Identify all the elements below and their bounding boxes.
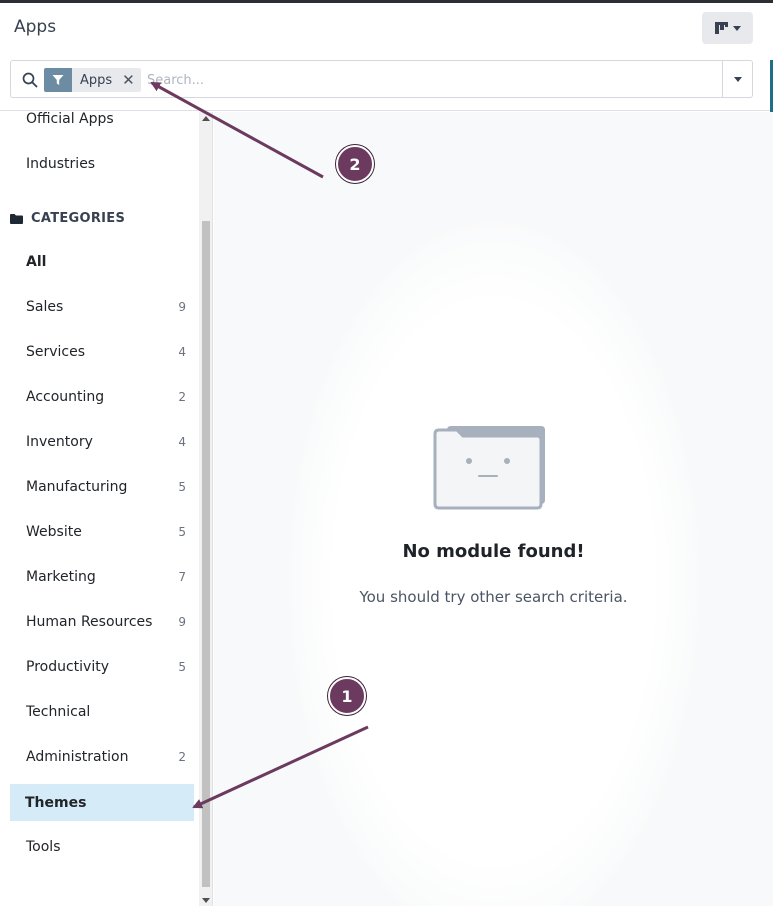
page-title: Apps — [14, 17, 57, 37]
item-count: 5 — [178, 524, 186, 539]
chevron-down-icon — [733, 76, 742, 82]
search-options-toggle[interactable] — [722, 61, 752, 97]
sidebar-item-human-resources[interactable]: Human Resources 9 — [10, 603, 194, 640]
search-icon[interactable] — [21, 71, 39, 89]
facet-label: Apps — [80, 72, 113, 88]
item-count: 5 — [178, 479, 186, 494]
folder-icon — [10, 213, 23, 224]
item-count: 4 — [178, 344, 186, 359]
scrollbar-thumb[interactable] — [202, 221, 210, 887]
content-area: No module found! You should try other se… — [214, 112, 773, 906]
item-count: 9 — [178, 614, 186, 629]
sidebar: Official Apps Industries CATEGORIES All … — [0, 112, 213, 906]
sidebar-scrollbar[interactable] — [199, 112, 212, 906]
search-facet: Apps ✕ — [44, 68, 141, 92]
item-count: 2 — [178, 389, 186, 404]
remove-facet-icon[interactable]: ✕ — [122, 71, 135, 89]
sidebar-item-sales[interactable]: Sales 9 — [10, 288, 194, 325]
sidebar-item-inventory[interactable]: Inventory 4 — [10, 423, 194, 460]
scroll-down-arrow-icon[interactable] — [202, 898, 210, 903]
empty-state-title: No module found! — [402, 541, 585, 562]
item-count: 9 — [178, 299, 186, 314]
search-bar: Apps ✕ — [10, 60, 753, 98]
item-count: 4 — [178, 434, 186, 449]
chevron-down-icon — [732, 25, 741, 31]
sidebar-item-technical[interactable]: Technical — [10, 693, 194, 730]
sidebar-item-manufacturing[interactable]: Manufacturing 5 — [10, 468, 194, 505]
sidebar-item-accounting[interactable]: Accounting 2 — [10, 378, 194, 415]
sidebar-item-productivity[interactable]: Productivity 5 — [10, 648, 194, 685]
empty-state-background — [289, 222, 699, 906]
sidebar-item-official-apps[interactable]: Official Apps — [10, 112, 194, 137]
categories-heading: CATEGORIES — [10, 211, 125, 226]
sidebar-item-themes[interactable]: Themes — [10, 784, 194, 821]
sidebar-item-administration[interactable]: Administration 2 — [10, 738, 194, 775]
sidebar-item-marketing[interactable]: Marketing 7 — [10, 558, 194, 595]
filter-icon — [44, 68, 72, 92]
sidebar-item-website[interactable]: Website 5 — [10, 513, 194, 550]
sidebar-item-tools[interactable]: Tools — [10, 828, 194, 865]
search-input[interactable] — [147, 69, 707, 91]
control-panel: Apps Apps ✕ — [0, 3, 773, 111]
empty-folder-icon — [433, 426, 545, 510]
view-switcher-button[interactable] — [702, 12, 753, 44]
empty-state-subtitle: You should try other search criteria. — [359, 588, 628, 606]
sidebar-item-industries[interactable]: Industries — [10, 145, 194, 182]
sidebar-item-all[interactable]: All — [10, 243, 194, 280]
item-count: 5 — [178, 659, 186, 674]
item-count: 2 — [178, 749, 186, 764]
kanban-icon — [714, 22, 728, 34]
sidebar-item-services[interactable]: Services 4 — [10, 333, 194, 370]
scroll-up-arrow-icon[interactable] — [202, 116, 210, 121]
item-count: 7 — [178, 569, 186, 584]
